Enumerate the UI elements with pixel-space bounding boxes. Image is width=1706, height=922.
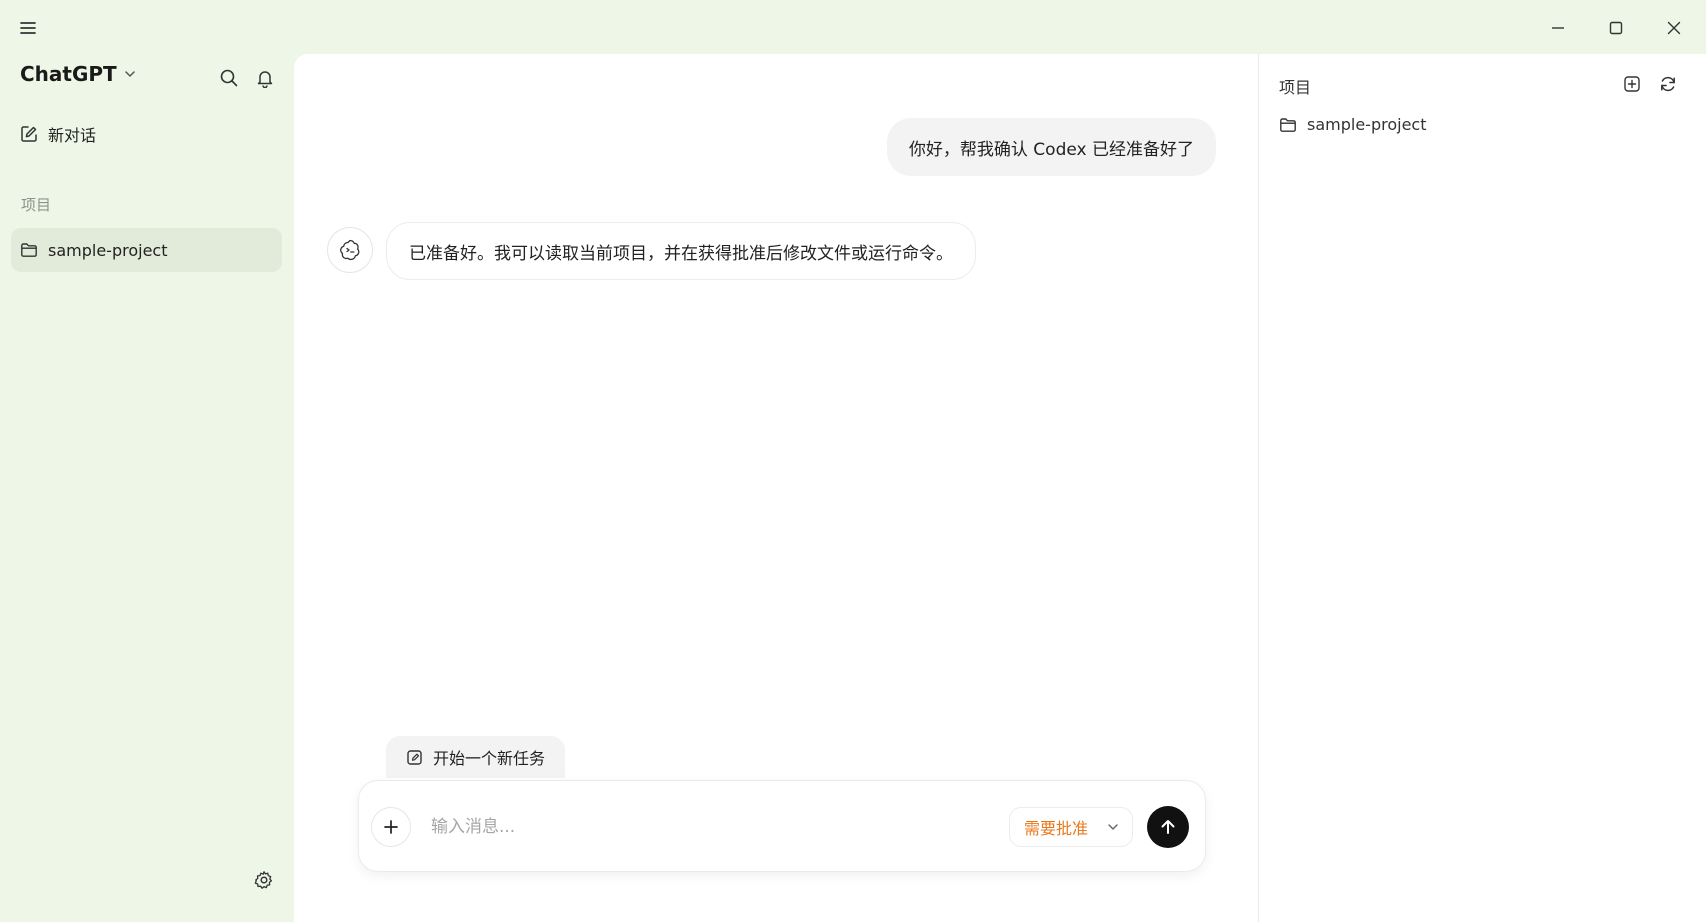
sidebar: ChatGPT 新对话 项目 sample-project: [0, 0, 294, 922]
arrow-up-icon: [1161, 820, 1175, 834]
new-chat-button[interactable]: 新对话: [20, 122, 96, 146]
close-icon[interactable]: [1662, 16, 1686, 40]
new-chat-label: 新对话: [48, 126, 97, 145]
assistant-message: 已准备好。我可以读取当前项目，并在获得批准后修改文件或运行命令。: [386, 222, 976, 280]
plus-icon[interactable]: [371, 807, 411, 847]
settings-icon[interactable]: [252, 868, 276, 892]
user-message: 你好，帮我确认 Codex 已经准备好了: [886, 118, 1216, 176]
task-icon: [406, 749, 423, 766]
maximize-icon[interactable]: [1604, 16, 1628, 40]
new-task-label: 开始一个新任务: [433, 749, 546, 768]
search-icon[interactable]: [217, 66, 241, 90]
edit-icon: [20, 125, 38, 143]
project-tree-label: sample-project: [1307, 115, 1427, 134]
refresh-icon[interactable]: [1656, 72, 1680, 96]
composer: 需要批准: [358, 780, 1206, 872]
message-input[interactable]: [431, 809, 951, 845]
chevron-down-icon: [1106, 820, 1120, 834]
assistant-logo-icon: [327, 227, 373, 273]
main-panel: 你好，帮我确认 Codex 已经准备好了 已准备好。我可以读取当前项目，并在获得…: [294, 54, 1706, 922]
model-switcher[interactable]: ChatGPT: [20, 62, 137, 86]
folder-icon: [1279, 116, 1297, 134]
bell-icon[interactable]: [253, 66, 277, 90]
brand-name: ChatGPT: [20, 62, 117, 86]
approval-mode-label: 需要批准: [1024, 819, 1089, 838]
folder-icon: [20, 241, 38, 259]
project-panel: 项目 sample-project: [1259, 54, 1706, 922]
project-tree-item-sample-project[interactable]: sample-project: [1279, 115, 1426, 134]
sidebar-item-sample-project[interactable]: sample-project: [11, 228, 282, 272]
send-button[interactable]: [1147, 806, 1189, 848]
menu-icon[interactable]: [16, 16, 40, 40]
new-folder-icon[interactable]: [1620, 72, 1644, 96]
project-panel-title: 项目: [1279, 78, 1312, 97]
approval-mode-select[interactable]: 需要批准: [1009, 807, 1133, 847]
minimize-icon[interactable]: [1546, 16, 1570, 40]
chevron-down-icon: [123, 67, 137, 81]
projects-section-title: 项目: [21, 196, 52, 214]
sidebar-item-label: sample-project: [48, 240, 168, 260]
chat-area: 你好，帮我确认 Codex 已经准备好了 已准备好。我可以读取当前项目，并在获得…: [294, 54, 1258, 922]
new-task-button[interactable]: 开始一个新任务: [386, 736, 566, 778]
